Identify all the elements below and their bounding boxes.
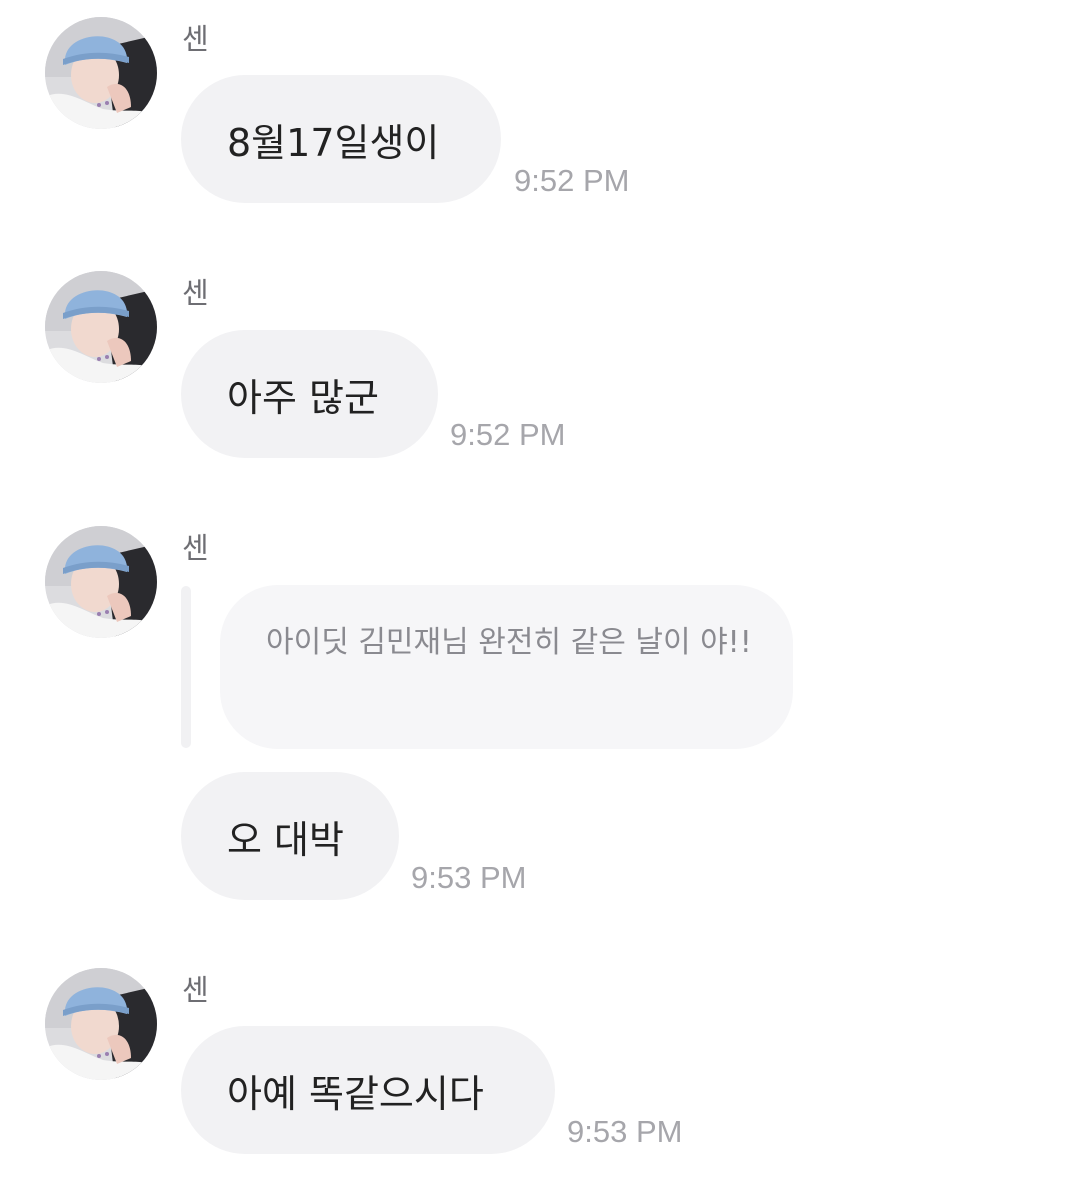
message-timestamp: 9:53 PM: [567, 1114, 683, 1149]
message-bubble[interactable]: 8월17일생이: [181, 75, 501, 203]
message-timestamp: 9:53 PM: [411, 860, 527, 895]
quoted-message[interactable]: 아이딧 김민재님 완전히 같은 날이 야!!: [220, 585, 793, 749]
message-bubble[interactable]: 아주 많군: [181, 330, 438, 458]
avatar[interactable]: [45, 968, 157, 1080]
message-bubble[interactable]: 오 대박: [181, 772, 399, 900]
avatar[interactable]: [45, 526, 157, 638]
message-bubble[interactable]: 아예 똑같으시다: [181, 1026, 555, 1154]
sender-name: 센: [182, 22, 209, 56]
message-timestamp: 9:52 PM: [514, 163, 630, 198]
sender-name: 센: [182, 276, 209, 310]
sender-name: 센: [182, 973, 209, 1007]
sender-name: 센: [182, 531, 209, 565]
message-group: 센 아예 똑같으시다 9:53 PM: [0, 968, 1080, 1168]
message-group: 센 아이딧 김민재님 완전히 같은 날이 야!! 오 대박 9:53 PM: [0, 526, 1080, 906]
message-timestamp: 9:52 PM: [450, 417, 566, 452]
avatar[interactable]: [45, 271, 157, 383]
avatar[interactable]: [45, 17, 157, 129]
quote-indicator-bar: [181, 586, 191, 748]
message-group: 센 8월17일생이 9:52 PM: [0, 17, 1080, 207]
message-group: 센 아주 많군 9:52 PM: [0, 271, 1080, 461]
